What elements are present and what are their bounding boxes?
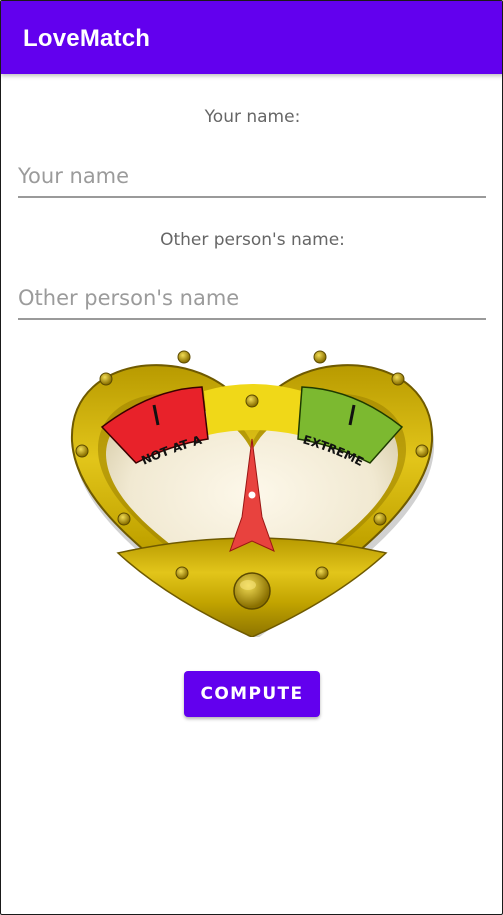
your-name-label: Your name:	[204, 107, 301, 127]
other-name-label: Other person's name:	[160, 230, 345, 250]
your-name-input[interactable]	[18, 156, 486, 198]
compute-button[interactable]: COMPUTE	[184, 671, 320, 717]
app-bar: LoveMatch	[1, 1, 502, 74]
app-title: LoveMatch	[23, 25, 151, 52]
love-meter-heart-icon: NOT AT ALL EXTREMELY	[66, 347, 435, 637]
app-screen: LoveMatch Your name: Other person's name…	[0, 0, 503, 915]
other-name-input[interactable]	[18, 278, 486, 320]
